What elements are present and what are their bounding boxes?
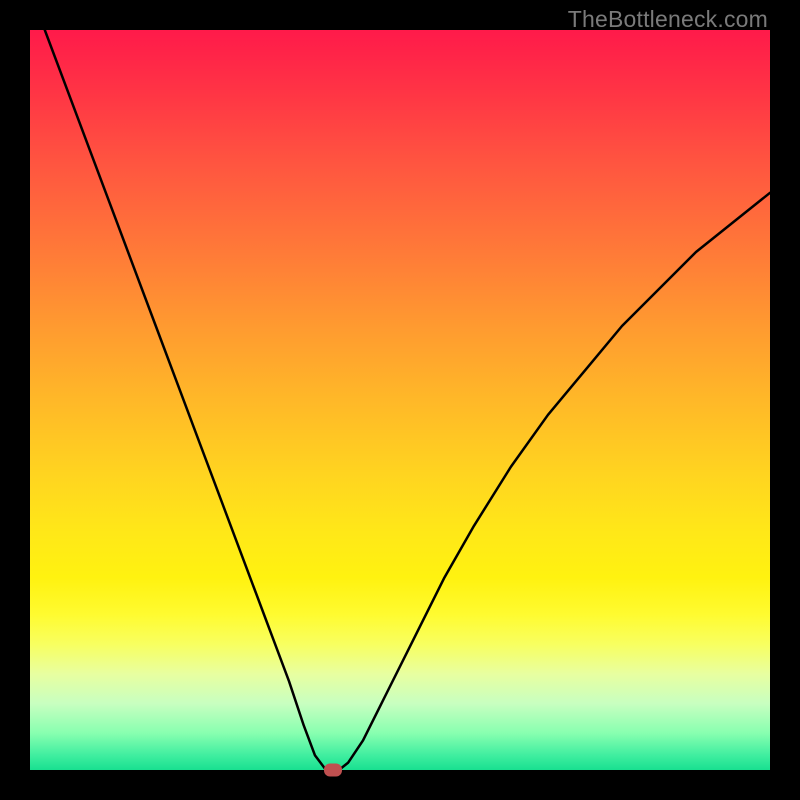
curve-svg: [30, 30, 770, 770]
bottleneck-curve: [45, 30, 770, 770]
attribution-text: TheBottleneck.com: [568, 6, 768, 33]
minimum-marker: [324, 764, 342, 777]
plot-area: [30, 30, 770, 770]
chart-container: TheBottleneck.com: [0, 0, 800, 800]
